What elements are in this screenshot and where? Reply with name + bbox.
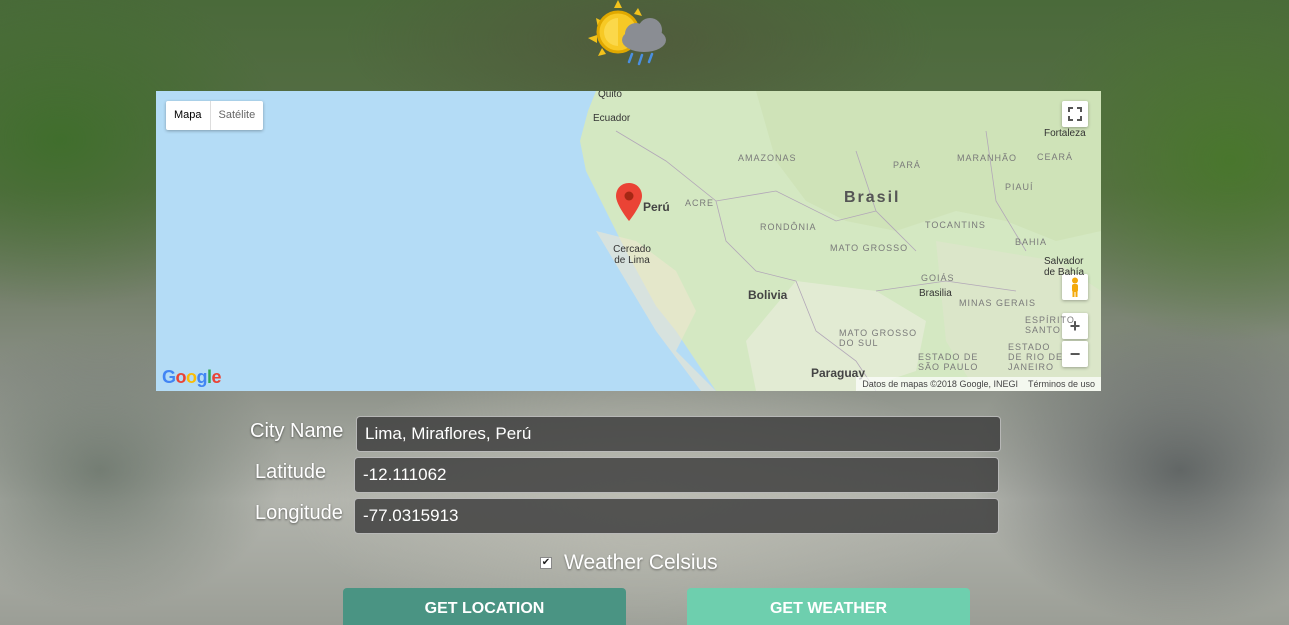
map-label-sao-paulo: ESTADO DE SÃO PAULO (918, 352, 979, 372)
map-label-brasil: Brasil (844, 189, 901, 206)
map-label-bolivia: Bolivia (748, 288, 788, 302)
get-weather-button[interactable]: GET WEATHER (687, 588, 970, 625)
map-label-quito: Quito (598, 91, 622, 100)
pegman-icon (1072, 277, 1078, 297)
map-view[interactable]: Mapa Satélite + − Quito Ecuador AMAZONAS… (156, 91, 1101, 391)
map-label-para: PARÁ (893, 160, 921, 170)
map-label-rondonia: RONDÔNIA (760, 222, 817, 232)
map-label-minas: MINAS GERAIS (959, 298, 1037, 308)
longitude-input[interactable] (354, 498, 999, 534)
google-logo-letter: o (186, 367, 197, 387)
map-land (580, 91, 1101, 391)
map-type-map-button[interactable]: Mapa (166, 101, 210, 130)
map-label-rio: ESTADO DE RIO DE JANEIRO (1008, 342, 1064, 372)
celsius-checkbox[interactable]: ✔ (540, 557, 552, 569)
map-label-ecuador: Ecuador (593, 113, 631, 124)
map-label-ceara: CEARÁ (1037, 152, 1074, 162)
latitude-input[interactable] (354, 457, 999, 493)
city-row: City Name (250, 416, 1002, 452)
map-label-mato-grosso-sul: MATO GROSSO DO SUL (839, 328, 918, 348)
celsius-label: Weather Celsius (564, 551, 718, 574)
fullscreen-icon (1068, 107, 1082, 121)
latitude-row: Latitude (250, 457, 1002, 493)
fullscreen-button[interactable] (1062, 101, 1088, 127)
terms-link[interactable]: Términos de uso (1028, 379, 1095, 389)
map-label-maranhao: MARANHÃO (957, 153, 1018, 163)
map-attribution: Datos de mapas ©2018 Google, INEGI Térmi… (856, 377, 1101, 391)
google-logo-letter: g (196, 367, 208, 387)
google-logo-letter: G (162, 367, 176, 387)
latitude-label: Latitude (255, 461, 327, 483)
longitude-row: Longitude (250, 498, 1002, 534)
longitude-label: Longitude (255, 502, 343, 524)
map-label-mato-grosso: MATO GROSSO (830, 243, 909, 253)
map-label-amazonas: AMAZONAS (738, 153, 797, 163)
map-marker-icon[interactable] (616, 183, 642, 221)
map-label-piaui: PIAUÍ (1005, 182, 1034, 192)
map-label-salvador: Salvador de Bahía (1044, 256, 1085, 278)
city-label: City Name (250, 420, 344, 442)
google-logo: Google (162, 367, 222, 388)
map-label-bahia: BAHIA (1015, 237, 1048, 247)
map-type-satellite-button[interactable]: Satélite (209, 101, 264, 130)
map-data-credit: Datos de mapas ©2018 Google, INEGI (862, 379, 1018, 389)
map-label-brasilia: Brasilia (919, 288, 952, 299)
map-label-cercado: Cercado de Lima (613, 244, 651, 266)
map-label-fortaleza: Fortaleza (1044, 128, 1086, 139)
map-label-espirito: ESPÍRITO SANTO (1025, 315, 1075, 335)
map-label-acre: ACRE (685, 198, 715, 208)
get-location-button[interactable]: GET LOCATION (343, 588, 626, 625)
map-label-goias: GOIÁS (921, 273, 955, 283)
google-logo-letter: o (175, 367, 187, 387)
map-type-control: Mapa Satélite (166, 101, 264, 130)
celsius-option: ✔ Weather Celsius (540, 551, 718, 575)
map-label-tocantins: TOCANTINS (925, 220, 986, 230)
sun-rain-cloud-icon (588, 0, 666, 66)
map-label-peru: Perú (643, 200, 670, 214)
google-logo-letter: e (211, 367, 222, 387)
city-input[interactable] (356, 416, 1001, 452)
